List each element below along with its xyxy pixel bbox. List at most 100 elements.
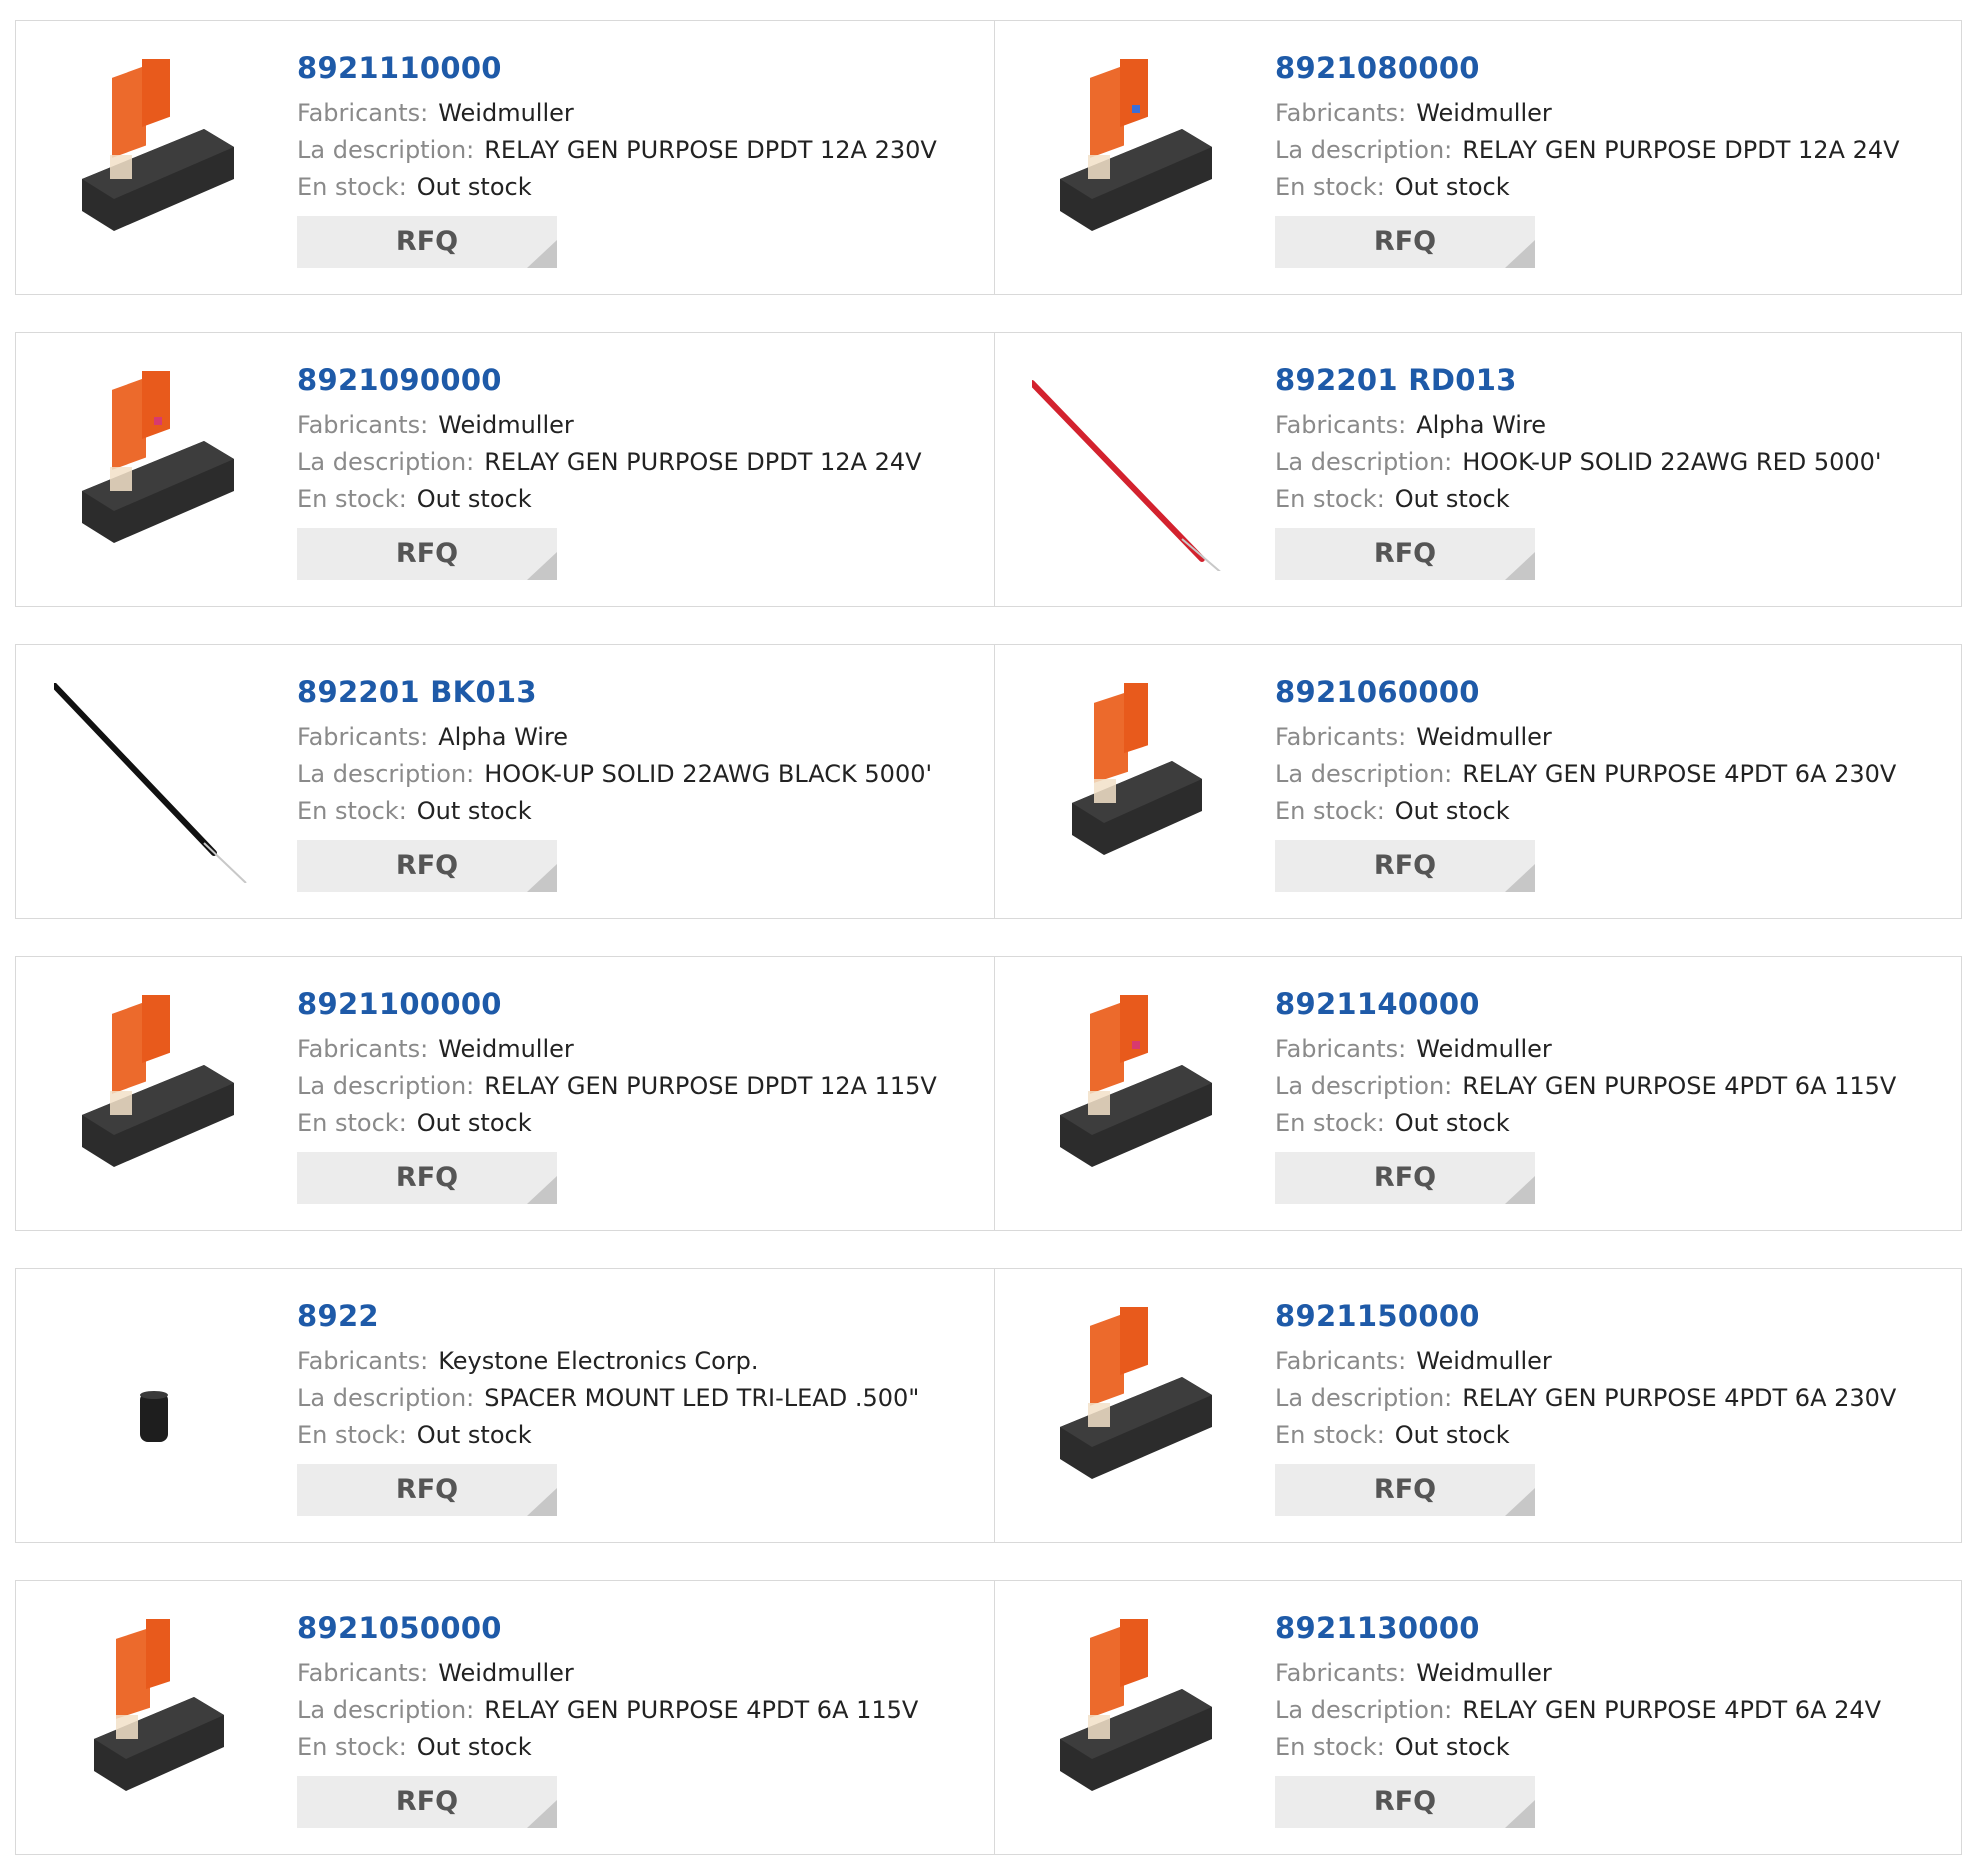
description-line: La description: RELAY GEN PURPOSE DPDT 12… [297,1068,937,1105]
rfq-button[interactable]: RFQ [1275,216,1535,268]
description-label: La description: [1275,1072,1453,1100]
product-row: 8921100000 Fabricants: Weidmuller La desc… [15,956,1962,1231]
manufacturer-label: Fabricants: [297,411,429,439]
rfq-button[interactable]: RFQ [1275,528,1535,580]
rfq-button[interactable]: RFQ [297,1464,557,1516]
product-row: 8922 Fabricants: Keystone Electronics Cor… [15,1268,1962,1543]
part-number-link[interactable]: 8922 [297,1299,919,1333]
relay-icon[interactable] [1032,59,1232,259]
part-number-link[interactable]: 8921080000 [1275,51,1900,85]
spacer-icon[interactable] [54,1307,254,1507]
rfq-button[interactable]: RFQ [297,1152,557,1204]
product-card: 8921060000 Fabricants: Weidmuller La desc… [994,645,1961,918]
corner-decoration [1505,552,1535,580]
description-value: SPACER MOUNT LED TRI-LEAD .500" [484,1384,920,1412]
manufacturer-line: Fabricants: Weidmuller [1275,1343,1896,1380]
manufacturer-label: Fabricants: [1275,1035,1407,1063]
stock-line: En stock: Out stock [1275,169,1900,206]
stock-label: En stock: [297,173,407,201]
manufacturer-line: Fabricants: Weidmuller [297,1031,937,1068]
corner-decoration [1505,1800,1535,1828]
stock-line: En stock: Out stock [1275,1417,1896,1454]
relay-icon[interactable] [54,995,254,1195]
part-number-link[interactable]: 8921050000 [297,1611,918,1645]
part-number-link[interactable]: 8921150000 [1275,1299,1896,1333]
stock-value: Out stock [1394,485,1510,513]
rfq-label: RFQ [395,1786,459,1817]
part-number-link[interactable]: 8921140000 [1275,987,1896,1021]
product-row: 8921110000 Fabricants: Weidmuller La desc… [15,20,1962,295]
stock-value: Out stock [416,485,532,513]
part-number-link[interactable]: 8921110000 [297,51,937,85]
rfq-button[interactable]: RFQ [297,840,557,892]
manufacturer-label: Fabricants: [297,723,429,751]
manufacturer-label: Fabricants: [297,1347,429,1375]
relay-icon[interactable] [54,371,254,571]
stock-line: En stock: Out stock [1275,793,1896,830]
description-line: La description: RELAY GEN PURPOSE 4PDT 6A… [1275,756,1896,793]
description-label: La description: [1275,760,1453,788]
manufacturer-label: Fabricants: [1275,1659,1407,1687]
rfq-button[interactable]: RFQ [1275,1464,1535,1516]
manufacturer-value: Alpha Wire [1416,411,1547,439]
red-wire-icon[interactable] [1032,371,1232,571]
rfq-button[interactable]: RFQ [1275,1776,1535,1828]
rfq-button[interactable]: RFQ [297,1776,557,1828]
stock-label: En stock: [297,485,407,513]
part-number-link[interactable]: 8921100000 [297,987,937,1021]
part-number-link[interactable]: 8921090000 [297,363,922,397]
stock-value: Out stock [416,173,532,201]
stock-line: En stock: Out stock [297,793,932,830]
rfq-label: RFQ [395,850,459,881]
product-card: 8921110000 Fabricants: Weidmuller La desc… [16,21,995,294]
manufacturer-line: Fabricants: Weidmuller [297,95,937,132]
rfq-button[interactable]: RFQ [297,216,557,268]
part-number-link[interactable]: 8921130000 [1275,1611,1881,1645]
description-line: La description: RELAY GEN PURPOSE DPDT 12… [297,444,922,481]
part-number-link[interactable]: 892201 RD013 [1275,363,1882,397]
relay-icon[interactable] [1032,683,1232,883]
stock-line: En stock: Out stock [297,1417,919,1454]
product-card: 892201 RD013 Fabricants: Alpha Wire La de… [994,333,1961,606]
stock-line: En stock: Out stock [297,1729,918,1766]
description-label: La description: [297,1696,475,1724]
relay-icon[interactable] [54,59,254,259]
manufacturer-value: Weidmuller [438,1659,574,1687]
description-value: RELAY GEN PURPOSE 4PDT 6A 230V [1462,1384,1897,1412]
stock-label: En stock: [297,1109,407,1137]
stock-line: En stock: Out stock [297,169,937,206]
description-label: La description: [297,136,475,164]
rfq-button[interactable]: RFQ [297,528,557,580]
manufacturer-label: Fabricants: [1275,723,1407,751]
rfq-button[interactable]: RFQ [1275,840,1535,892]
description-line: La description: RELAY GEN PURPOSE DPDT 12… [1275,132,1900,169]
manufacturer-line: Fabricants: Alpha Wire [297,719,932,756]
manufacturer-label: Fabricants: [297,1035,429,1063]
product-card: 892201 BK013 Fabricants: Alpha Wire La de… [16,645,995,918]
manufacturer-line: Fabricants: Weidmuller [1275,1655,1881,1692]
product-row: 892201 BK013 Fabricants: Alpha Wire La de… [15,644,1962,919]
corner-decoration [1505,240,1535,268]
description-value: RELAY GEN PURPOSE 4PDT 6A 230V [1462,760,1897,788]
description-value: RELAY GEN PURPOSE DPDT 12A 230V [484,136,937,164]
part-number-link[interactable]: 8921060000 [1275,675,1896,709]
description-value: RELAY GEN PURPOSE 4PDT 6A 115V [1462,1072,1897,1100]
description-value: HOOK-UP SOLID 22AWG BLACK 5000' [484,760,933,788]
stock-label: En stock: [1275,1109,1385,1137]
stock-value: Out stock [1394,173,1510,201]
manufacturer-line: Fabricants: Weidmuller [1275,1031,1896,1068]
corner-decoration [527,1176,557,1204]
rfq-label: RFQ [395,538,459,569]
relay-icon[interactable] [1032,1619,1232,1819]
relay-icon[interactable] [54,1619,254,1819]
description-value: RELAY GEN PURPOSE DPDT 12A 24V [1462,136,1900,164]
relay-icon[interactable] [1032,1307,1232,1507]
rfq-button[interactable]: RFQ [1275,1152,1535,1204]
corner-decoration [527,552,557,580]
description-value: RELAY GEN PURPOSE 4PDT 6A 115V [484,1696,919,1724]
manufacturer-value: Weidmuller [1416,1347,1552,1375]
black-wire-icon[interactable] [54,683,254,883]
relay-icon[interactable] [1032,995,1232,1195]
product-row: 8921090000 Fabricants: Weidmuller La desc… [15,332,1962,607]
part-number-link[interactable]: 892201 BK013 [297,675,932,709]
